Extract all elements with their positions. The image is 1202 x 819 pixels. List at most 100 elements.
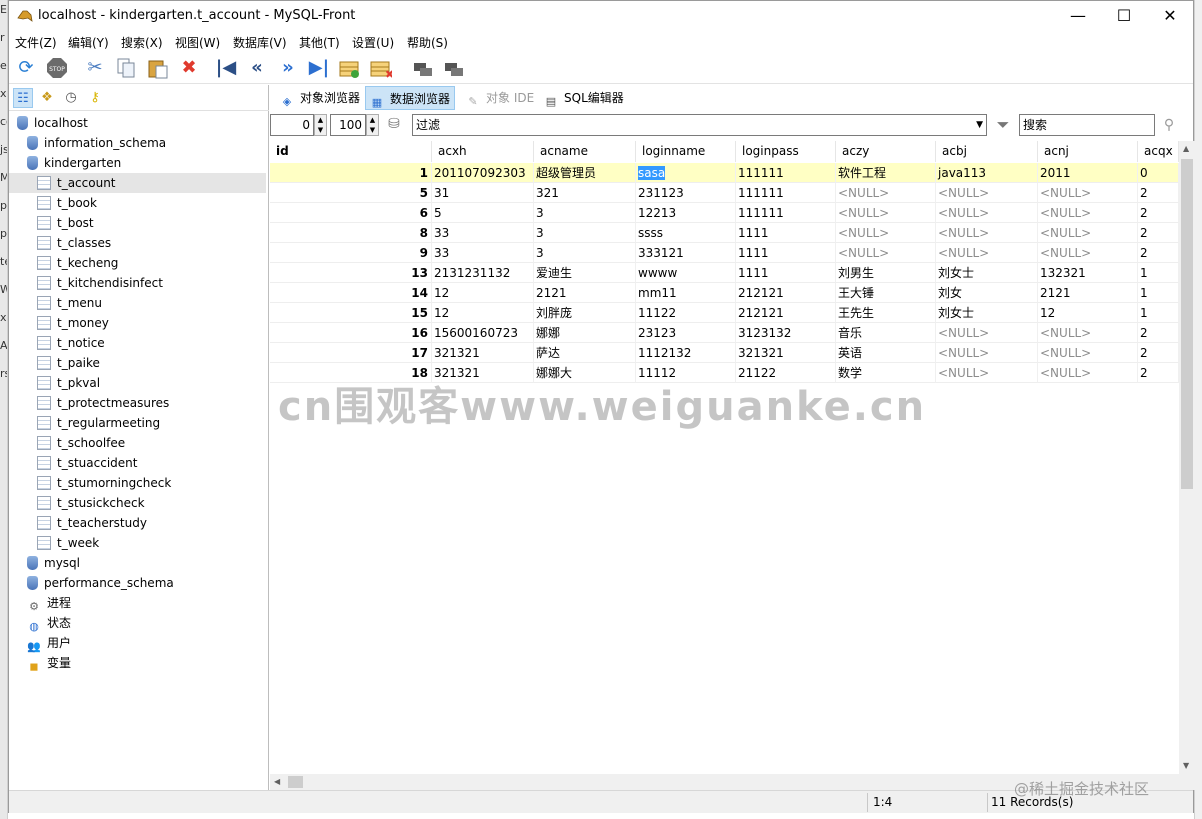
cell-acxh[interactable]: 321321: [432, 343, 534, 363]
cell-acqx[interactable]: 0: [1138, 163, 1179, 183]
cell-acqx[interactable]: 2: [1138, 323, 1179, 343]
table-row[interactable]: 1 201107092303 超级管理员 sasa 111111 软件工程 java113 2…: [270, 163, 1179, 183]
cell-id[interactable]: 9: [270, 243, 432, 263]
cell-loginname[interactable]: wwww: [636, 263, 736, 283]
cell-acxh[interactable]: 201107092303: [432, 163, 534, 183]
cell-acnj[interactable]: <NULL>: [1038, 343, 1138, 363]
cell-aczy[interactable]: <NULL>: [836, 243, 936, 263]
column-header-acnj[interactable]: acnj: [1038, 141, 1138, 162]
cell-id[interactable]: 13: [270, 263, 432, 283]
search-input[interactable]: 搜索: [1019, 114, 1155, 136]
paste-icon[interactable]: [147, 57, 169, 79]
tree-item-t_week[interactable]: t_week: [9, 533, 266, 553]
column-header-aczy[interactable]: aczy: [836, 141, 936, 162]
cell-id[interactable]: 5: [270, 183, 432, 203]
cell-acxh[interactable]: 33: [432, 243, 534, 263]
cell-acqx[interactable]: 2: [1138, 183, 1179, 203]
tree-item-localhost[interactable]: localhost: [9, 113, 266, 133]
cell-acname[interactable]: 321: [534, 183, 636, 203]
cell-acqx[interactable]: 1: [1138, 303, 1179, 323]
cell-loginpass[interactable]: 1111: [736, 223, 836, 243]
vertical-scrollbar[interactable]: ▲ ▼: [1179, 141, 1195, 774]
cell-acqx[interactable]: 1: [1138, 263, 1179, 283]
insert-record-icon[interactable]: [339, 57, 361, 79]
menu-edit[interactable]: 编辑(Y): [68, 34, 109, 51]
cell-acbj[interactable]: <NULL>: [936, 243, 1038, 263]
table-row[interactable]: 13 2131231132 爱迪生 wwww 1111 刘男生 刘女士 132321 1: [270, 263, 1179, 283]
close-button[interactable]: ✕: [1147, 1, 1193, 31]
cell-loginpass[interactable]: 111111: [736, 183, 836, 203]
tree-item-t_protectmeasures[interactable]: t_protectmeasures: [9, 393, 266, 413]
menu-other[interactable]: 其他(T): [299, 34, 340, 51]
cell-acxh[interactable]: 15600160723: [432, 323, 534, 343]
tree-item-t_money[interactable]: t_money: [9, 313, 266, 333]
cell-acqx[interactable]: 2: [1138, 343, 1179, 363]
cell-acxh[interactable]: 2131231132: [432, 263, 534, 283]
last-icon[interactable]: ▶|: [308, 57, 330, 79]
cell-acnj[interactable]: 12: [1038, 303, 1138, 323]
cell-loginpass[interactable]: 1111: [736, 263, 836, 283]
tree-item-[interactable]: ⚙ 进程: [9, 593, 266, 613]
cell-acxh[interactable]: 12: [432, 303, 534, 323]
next-icon[interactable]: »: [277, 57, 299, 79]
tree-item-[interactable]: ◼ 变量: [9, 653, 266, 673]
refresh-icon[interactable]: ⟳: [15, 57, 37, 79]
menu-help[interactable]: 帮助(S): [407, 34, 448, 51]
cell-acbj[interactable]: <NULL>: [936, 363, 1038, 383]
tree-item-performance_schema[interactable]: performance_schema: [9, 573, 266, 593]
tree-item-t_regularmeeting[interactable]: t_regularmeeting: [9, 413, 266, 433]
table-row[interactable]: 14 12 2121 mm11 212121 王大锤 刘女 2121 1: [270, 283, 1179, 303]
menu-view[interactable]: 视图(W): [175, 34, 220, 51]
cell-acname[interactable]: 萨达: [534, 343, 636, 363]
limit-field[interactable]: 100: [330, 114, 366, 136]
table-row[interactable]: 16 15600160723 娜娜 23123 3123132 音乐 <NULL> <NULL…: [270, 323, 1179, 343]
cell-acname[interactable]: 3: [534, 243, 636, 263]
favorites-icon[interactable]: ⚷: [85, 88, 105, 108]
cell-acbj[interactable]: 刘女: [936, 283, 1038, 303]
tree-item-t_account[interactable]: t_account: [9, 173, 266, 193]
cell-loginname[interactable]: 231123: [636, 183, 736, 203]
table-row[interactable]: 17 321321 萨达 1112132 321321 英语 <NULL> <NULL> 2: [270, 343, 1179, 363]
cell-aczy[interactable]: <NULL>: [836, 183, 936, 203]
cell-loginpass[interactable]: 3123132: [736, 323, 836, 343]
cell-loginname[interactable]: 12213: [636, 203, 736, 223]
tree-item-[interactable]: 👥 用户: [9, 633, 266, 653]
cell-loginname[interactable]: ssss: [636, 223, 736, 243]
stop-icon[interactable]: STOP: [46, 57, 68, 79]
cell-aczy[interactable]: <NULL>: [836, 203, 936, 223]
cell-acname[interactable]: 3: [534, 223, 636, 243]
cell-loginname[interactable]: 1112132: [636, 343, 736, 363]
cell-aczy[interactable]: 王先生: [836, 303, 936, 323]
cell-acname[interactable]: 爱迪生: [534, 263, 636, 283]
tree-item-t_kecheng[interactable]: t_kecheng: [9, 253, 266, 273]
table-row[interactable]: 8 33 3 ssss 1111 <NULL> <NULL> <NULL> 2: [270, 223, 1179, 243]
cell-id[interactable]: 17: [270, 343, 432, 363]
cell-aczy[interactable]: 软件工程: [836, 163, 936, 183]
cell-acname[interactable]: 2121: [534, 283, 636, 303]
cell-acnj[interactable]: 132321: [1038, 263, 1138, 283]
limit-stepper[interactable]: ▲ ▼: [366, 114, 379, 136]
column-header-acqx[interactable]: acqx: [1138, 141, 1179, 162]
tree-item-t_teacherstudy[interactable]: t_teacherstudy: [9, 513, 266, 533]
limit-apply-icon[interactable]: ⛁: [383, 113, 405, 135]
table-row[interactable]: 6 5 3 12213 111111 <NULL> <NULL> <NULL> 2: [270, 203, 1179, 223]
offset-field[interactable]: 0: [270, 114, 314, 136]
tree-item-t_stusickcheck[interactable]: t_stusickcheck: [9, 493, 266, 513]
cell-acbj[interactable]: 刘女士: [936, 303, 1038, 323]
table-row[interactable]: 15 12 刘胖庞 11122 212121 王先生 刘女士 12 1: [270, 303, 1179, 323]
first-icon[interactable]: |◀: [215, 57, 237, 79]
cell-id[interactable]: 15: [270, 303, 432, 323]
tree-item-kindergarten[interactable]: kindergarten: [9, 153, 266, 173]
tree-item-information_schema[interactable]: information_schema: [9, 133, 266, 153]
horizontal-scroll-thumb[interactable]: [288, 776, 303, 788]
cell-loginname[interactable]: 11122: [636, 303, 736, 323]
cell-loginpass[interactable]: 321321: [736, 343, 836, 363]
cell-aczy[interactable]: 英语: [836, 343, 936, 363]
tree-item-t_pkval[interactable]: t_pkval: [9, 373, 266, 393]
cell-acxh[interactable]: 12: [432, 283, 534, 303]
cell-id[interactable]: 8: [270, 223, 432, 243]
tree-item-t_stumorningcheck[interactable]: t_stumorningcheck: [9, 473, 266, 493]
cell-acbj[interactable]: <NULL>: [936, 343, 1038, 363]
cell-acxh[interactable]: 31: [432, 183, 534, 203]
cell-acname[interactable]: 娜娜: [534, 323, 636, 343]
